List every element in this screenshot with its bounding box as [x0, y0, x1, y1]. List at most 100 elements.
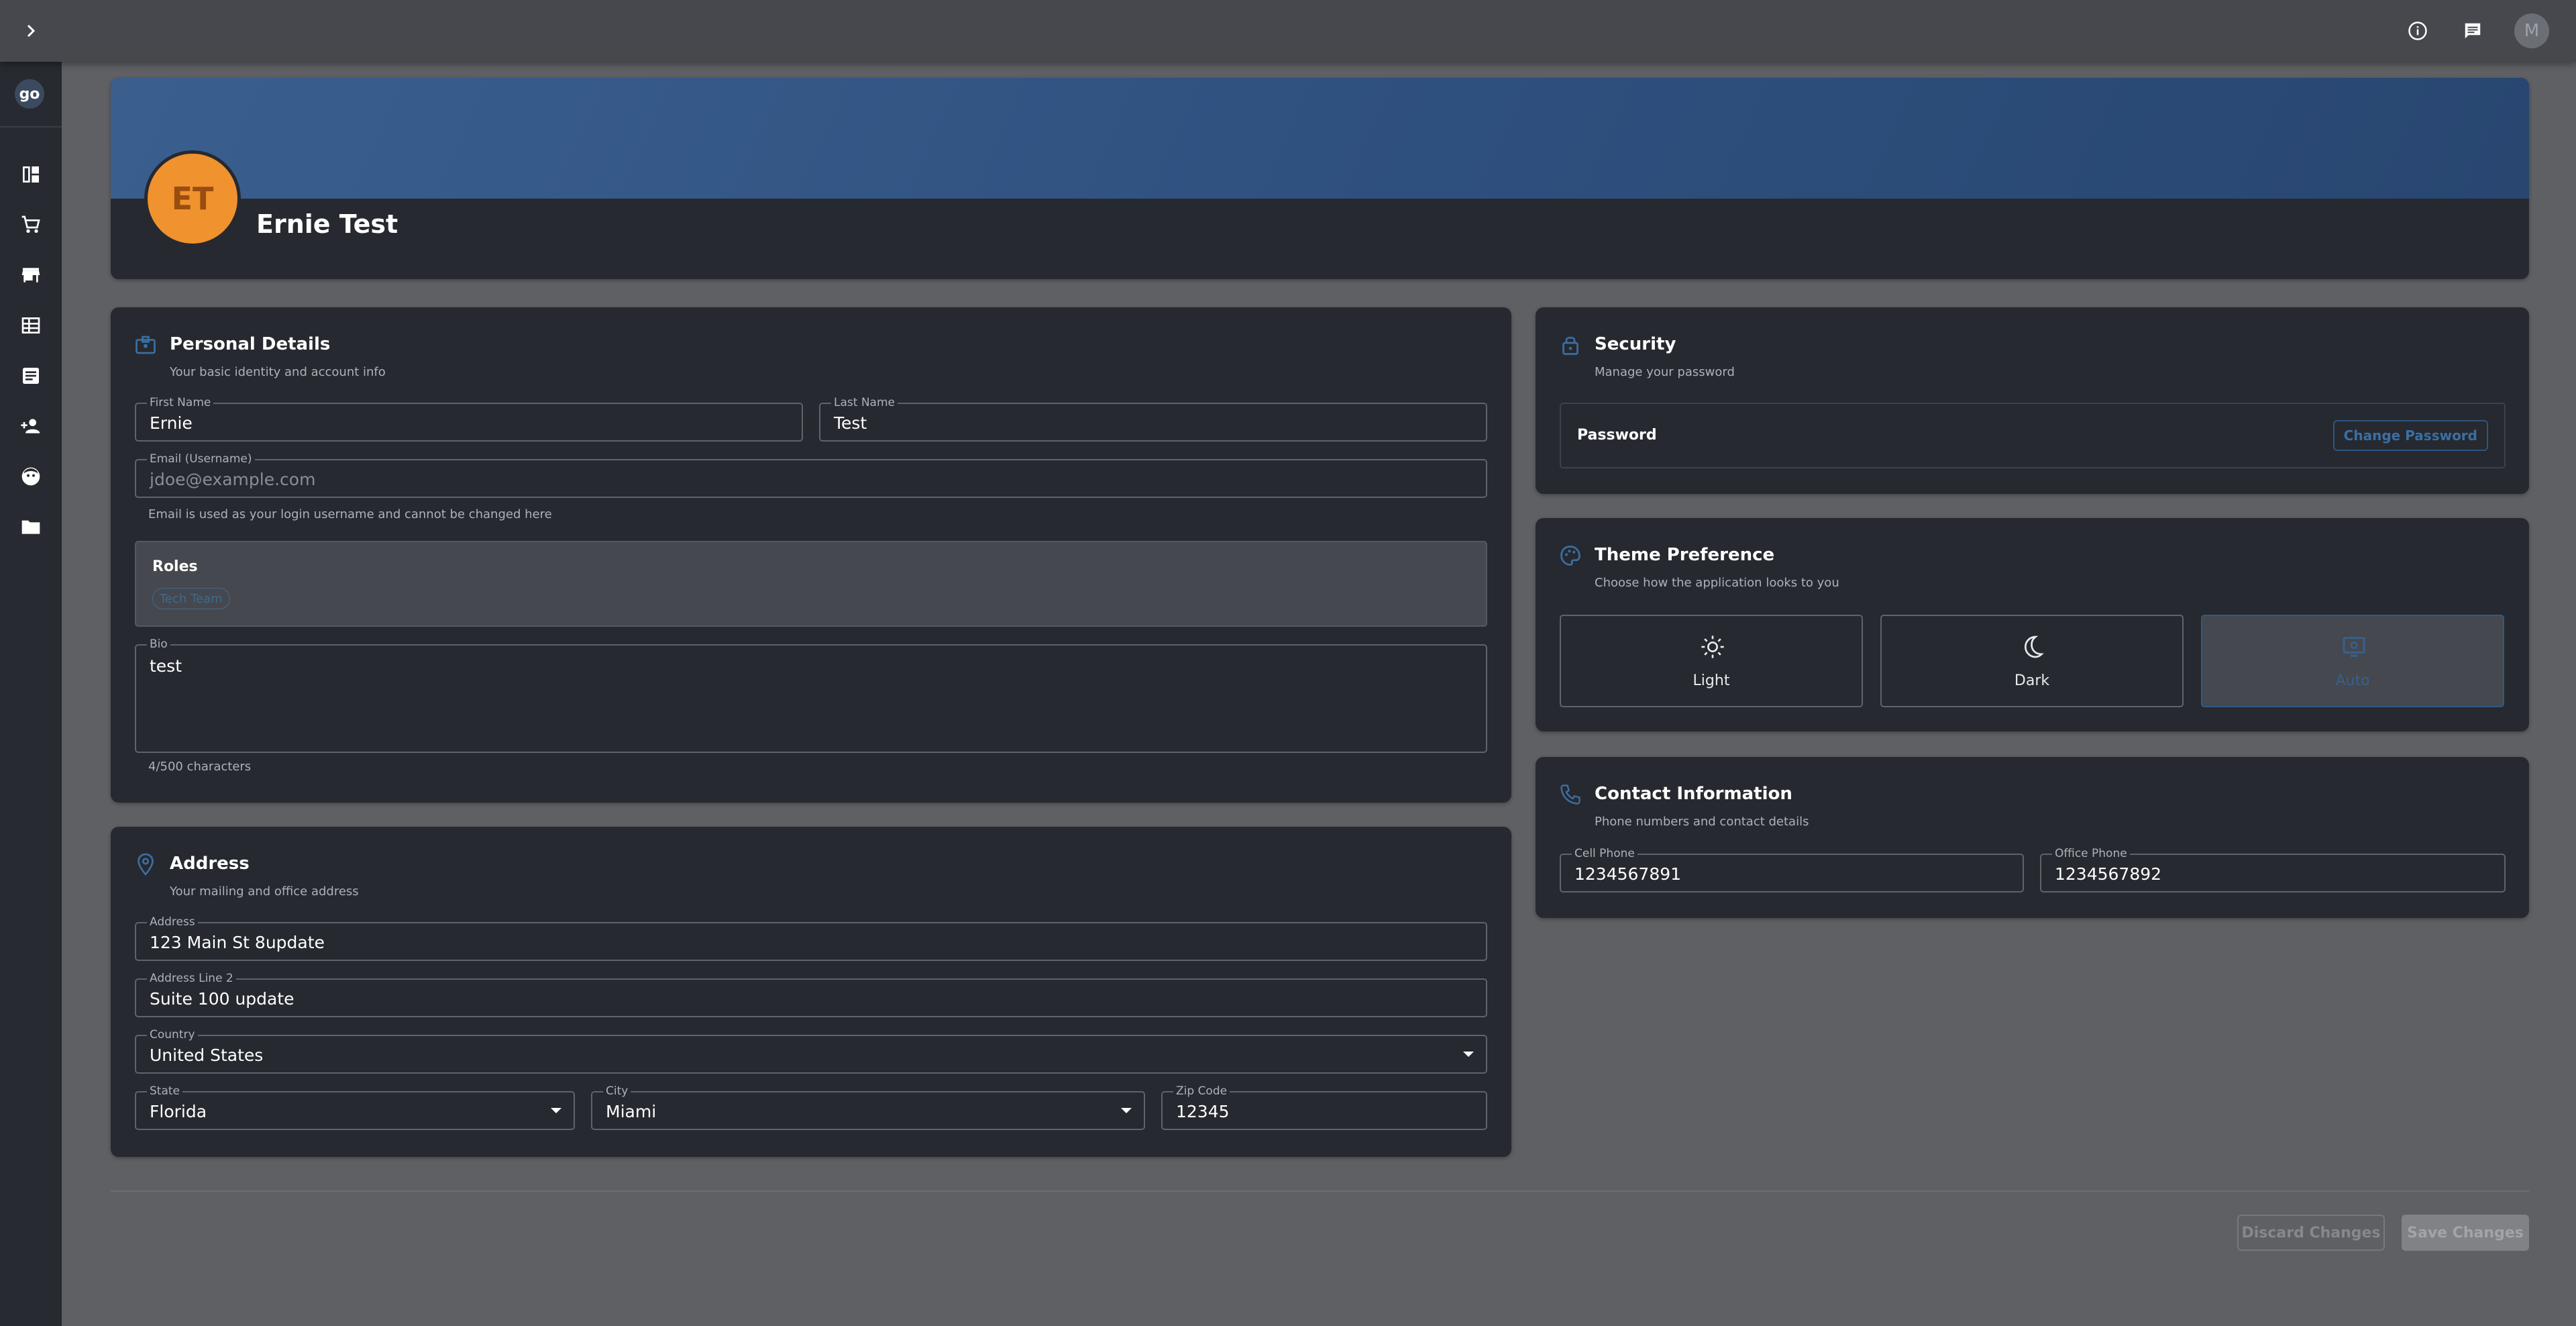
logo-text: go — [19, 85, 40, 103]
address-label: Address — [147, 915, 198, 929]
dashboard-icon[interactable] — [0, 149, 62, 199]
profile-name: Ernie Test — [256, 209, 398, 239]
user-initial: M — [2524, 21, 2540, 41]
profile-avatar[interactable]: ET — [144, 150, 241, 247]
user-avatar[interactable]: M — [2514, 13, 2549, 48]
app-logo[interactable]: go — [15, 79, 44, 109]
sidebar-divider — [0, 126, 62, 128]
address-line2-value: Suite 100 update — [150, 989, 294, 1009]
personal-title: Personal Details — [170, 334, 331, 354]
office-phone-label: Office Phone — [2052, 847, 2130, 860]
password-label: Password — [1577, 427, 1657, 444]
first-name-field[interactable]: First Name Ernie — [135, 396, 803, 442]
discard-changes-button[interactable]: Discard Changes — [2237, 1215, 2385, 1251]
palette-icon — [1558, 544, 1585, 570]
state-label: State — [147, 1084, 182, 1098]
save-changes-button[interactable]: Save Changes — [2402, 1215, 2529, 1251]
address-subtitle: Your mailing and office address — [170, 884, 359, 899]
phone-icon — [1558, 782, 1585, 809]
email-field: Email (Username) jdoe@example.com — [135, 452, 1487, 498]
last-name-field[interactable]: Last Name Test — [819, 396, 1487, 442]
sidebar: go — [0, 62, 62, 1326]
bio-char-count: 4/500 characters — [148, 760, 252, 774]
dropdown-arrow-icon — [1463, 1052, 1474, 1057]
cell-phone-field[interactable]: Cell Phone 1234567891 — [1560, 847, 2024, 892]
first-name-label: First Name — [147, 396, 214, 409]
theme-option-label: Dark — [2014, 672, 2050, 689]
office-phone-field[interactable]: Office Phone 1234567892 — [2040, 847, 2506, 892]
contact-title: Contact Information — [1595, 784, 1792, 804]
cart-icon[interactable] — [0, 199, 62, 250]
dropdown-arrow-icon — [551, 1108, 561, 1113]
zip-value: 12345 — [1176, 1102, 1230, 1121]
profile-initials: ET — [171, 181, 214, 217]
monitor-icon — [2341, 633, 2367, 660]
password-row: Password Change Password — [1560, 403, 2506, 468]
chat-icon[interactable] — [2459, 17, 2486, 44]
zip-label: Zip Code — [1173, 1084, 1230, 1098]
theme-subtitle: Choose how the application looks to you — [1595, 576, 1839, 590]
security-title: Security — [1595, 334, 1676, 354]
bio-value: test — [150, 656, 182, 676]
table-icon[interactable] — [0, 300, 62, 350]
dropdown-arrow-icon — [1121, 1108, 1132, 1113]
address-line2-field[interactable]: Address Line 2 Suite 100 update — [135, 972, 1487, 1017]
city-select[interactable]: City Miami — [591, 1084, 1145, 1130]
chevron-right-icon[interactable] — [17, 17, 44, 44]
contact-information-card: Contact Information Phone numbers and co… — [1536, 757, 2529, 918]
profile-header-card: ET Ernie Test — [111, 78, 2529, 279]
address-card: Address Your mailing and office address … — [111, 827, 1511, 1157]
theme-option-dark[interactable]: Dark — [1880, 615, 2184, 707]
bio-field[interactable]: Bio test — [135, 638, 1487, 753]
email-label: Email (Username) — [147, 452, 255, 466]
address-value: 123 Main St 8update — [150, 933, 325, 952]
address-line2-label: Address Line 2 — [147, 972, 236, 985]
add-user-icon[interactable] — [0, 401, 62, 451]
country-value: United States — [150, 1046, 264, 1065]
profile-banner — [111, 78, 2529, 199]
email-helper-text: Email is used as your login username and… — [148, 507, 552, 521]
face-icon[interactable] — [0, 451, 62, 501]
last-name-value: Test — [834, 413, 867, 433]
contact-subtitle: Phone numbers and contact details — [1595, 815, 1809, 829]
roles-section: Roles Tech Team — [135, 541, 1487, 627]
location-pin-icon — [133, 852, 160, 879]
last-name-label: Last Name — [831, 396, 898, 409]
personal-details-card: Personal Details Your basic identity and… — [111, 307, 1511, 803]
store-icon[interactable] — [0, 250, 62, 300]
sun-icon — [1699, 633, 1726, 660]
footer-divider — [111, 1190, 2529, 1192]
address-field[interactable]: Address 123 Main St 8update — [135, 915, 1487, 961]
personal-subtitle: Your basic identity and account info — [170, 365, 386, 379]
theme-option-auto[interactable]: Auto — [2201, 615, 2504, 707]
city-value: Miami — [606, 1102, 657, 1121]
lock-icon — [1558, 333, 1585, 360]
folder-icon[interactable] — [0, 501, 62, 552]
address-title: Address — [170, 854, 250, 874]
theme-option-light[interactable]: Light — [1560, 615, 1863, 707]
first-name-value: Ernie — [150, 413, 193, 433]
badge-icon — [133, 333, 160, 360]
cell-phone-value: 1234567891 — [1574, 864, 1682, 884]
country-select[interactable]: Country United States — [135, 1028, 1487, 1074]
top-app-bar: M — [0, 0, 2576, 62]
cell-phone-label: Cell Phone — [1572, 847, 1638, 860]
city-label: City — [603, 1084, 631, 1098]
country-label: Country — [147, 1028, 198, 1041]
theme-title: Theme Preference — [1595, 545, 1775, 565]
theme-option-label: Auto — [2335, 672, 2370, 689]
roles-title: Roles — [152, 558, 198, 575]
bio-label: Bio — [147, 638, 170, 651]
security-card: Security Manage your password Password C… — [1536, 307, 2529, 494]
security-subtitle: Manage your password — [1595, 365, 1735, 379]
change-password-button[interactable]: Change Password — [2332, 420, 2488, 451]
document-icon[interactable] — [0, 350, 62, 401]
state-value: Florida — [150, 1102, 207, 1121]
zip-code-field[interactable]: Zip Code 12345 — [1161, 1084, 1487, 1130]
role-chip: Tech Team — [152, 588, 230, 609]
theme-option-label: Light — [1693, 672, 1730, 689]
office-phone-value: 1234567892 — [2055, 864, 2162, 884]
state-select[interactable]: State Florida — [135, 1084, 575, 1130]
moon-icon — [2020, 633, 2047, 660]
info-icon[interactable] — [2404, 17, 2431, 44]
